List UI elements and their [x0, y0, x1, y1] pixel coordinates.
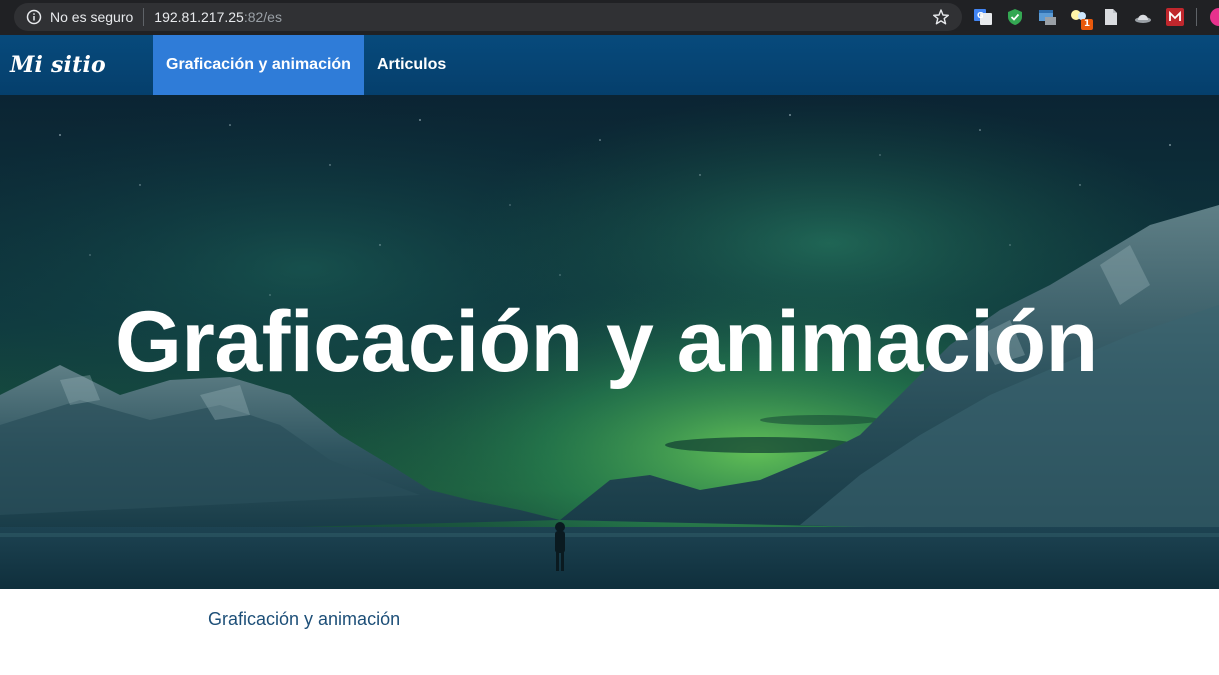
- bookmark-star-icon[interactable]: [932, 8, 950, 26]
- address-bar[interactable]: No es seguro 192.81.217.25:82/es: [14, 3, 962, 31]
- browser-toolbar: No es seguro 192.81.217.25:82/es G 1: [0, 0, 1219, 35]
- extensions-area: G 1: [974, 6, 1207, 30]
- mega-extension-icon[interactable]: [1166, 8, 1184, 26]
- info-icon[interactable]: [26, 9, 42, 25]
- shield-extension-icon[interactable]: [1006, 8, 1024, 26]
- omnibox-divider: [143, 8, 145, 26]
- nav-item-graficacion[interactable]: Graficación y animación: [153, 35, 364, 95]
- hat-extension-icon[interactable]: [1134, 8, 1152, 26]
- site-navbar: Mi sitio web Graficación y animación Art…: [0, 35, 1219, 138]
- site-brand-link[interactable]: Mi sitio web: [0, 35, 153, 138]
- extension-badge: 1: [1081, 19, 1093, 30]
- profile-avatar[interactable]: [1210, 8, 1219, 26]
- hero-banner: Graficación y animación: [0, 95, 1219, 589]
- document-extension-icon[interactable]: [1102, 8, 1120, 26]
- url-path[interactable]: :82/es: [244, 9, 282, 25]
- translate-extension-icon[interactable]: G: [974, 8, 992, 26]
- toolbar-divider: [1196, 8, 1197, 26]
- nav-item-articulos[interactable]: Articulos: [364, 35, 459, 95]
- svg-text:G: G: [977, 11, 984, 20]
- lightbulb-extension-icon[interactable]: 1: [1070, 8, 1093, 30]
- url-host[interactable]: 192.81.217.25: [154, 9, 244, 25]
- security-status-text[interactable]: No es seguro: [50, 9, 133, 25]
- breadcrumb: Graficación y animación: [208, 609, 401, 629]
- hero-title: Graficación y animación: [115, 294, 1098, 390]
- window-extension-icon[interactable]: [1038, 8, 1056, 26]
